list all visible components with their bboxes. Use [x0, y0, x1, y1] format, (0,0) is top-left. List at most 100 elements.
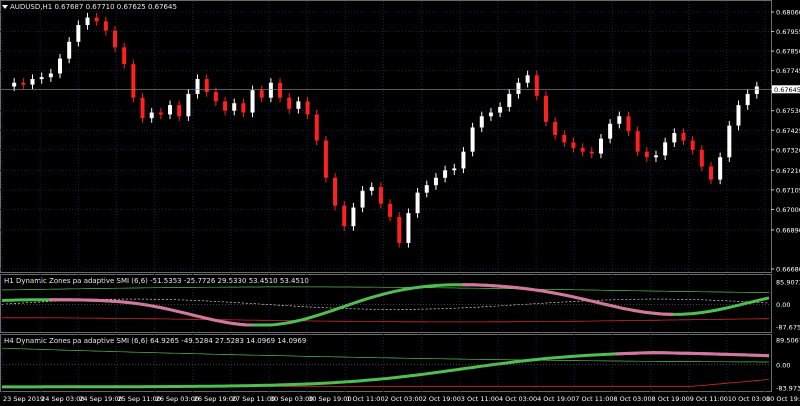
- price-tick-label: 0.67105: [776, 186, 800, 194]
- price-tick-label: 0.67210: [776, 167, 800, 175]
- candle-body: [608, 123, 613, 139]
- candle-body: [388, 203, 393, 217]
- candle-body: [241, 103, 246, 113]
- price-tick-label: 0.67000: [776, 206, 800, 214]
- candle-body: [562, 134, 567, 143]
- sub1-smi-down-segment: [629, 308, 636, 313]
- time-tick-label: 2 Oct 19:00: [423, 395, 461, 403]
- sub1-smi-down-segment: [202, 316, 209, 321]
- time-tick-label: 10 Oct 03:00: [728, 395, 770, 403]
- time-tick-label: 24 Sep 03:00: [41, 395, 84, 403]
- candle-body: [617, 116, 622, 124]
- candle-body: [186, 93, 191, 117]
- candle-body: [452, 168, 457, 171]
- candle-body: [653, 155, 658, 158]
- candle-body: [250, 90, 255, 113]
- candle-body: [259, 90, 264, 98]
- sub1-smi-down-segment: [649, 311, 655, 315]
- sub1-smi-down-segment: [145, 303, 151, 308]
- candle-body: [498, 106, 503, 113]
- sub1-smi-down-segment: [591, 299, 597, 304]
- sub1-smi-down-segment: [557, 292, 564, 297]
- candle-body: [223, 101, 228, 111]
- candle-body: [378, 187, 383, 204]
- time-tick-label: 26 Sep 19:00: [194, 395, 237, 403]
- candle-body: [58, 58, 63, 74]
- sub1-smi-down-segment: [538, 289, 544, 293]
- time-tick-label: 26 Sep 03:00: [156, 395, 199, 403]
- sub1-smi-down-segment: [227, 321, 233, 325]
- sub1-smi-down-segment: [198, 314, 204, 320]
- price-tick-label: 0.67320: [776, 146, 800, 154]
- candle-body: [287, 97, 292, 109]
- sub1-smi-down-segment: [615, 305, 621, 310]
- candle-body: [727, 125, 732, 158]
- sub1-smi-down-segment: [529, 287, 535, 292]
- candle-body: [718, 157, 723, 180]
- sub1-upper-zone-line: [1, 286, 770, 293]
- sub1-smi-down-segment: [596, 300, 602, 305]
- candle-body: [470, 127, 475, 152]
- candle-body: [754, 86, 759, 94]
- chart-window[interactable]: { "header": { "symbol": "AUDUSD,H1", "oh…: [0, 0, 800, 406]
- sub1-smi-down-segment: [644, 310, 650, 315]
- sub2-smi-down-segment: [615, 351, 770, 358]
- candle-body: [699, 149, 704, 167]
- sub1-smi-down-segment: [241, 323, 247, 327]
- candle-body: [644, 151, 649, 158]
- chart-canvas[interactable]: 0.68060 0.67955 0.67850 0.67745 0.67645 0.675…: [0, 0, 800, 406]
- sub1-smi-down-segment: [150, 304, 156, 309]
- time-tick-label: 30 Sep 03:00: [270, 395, 313, 403]
- sub1-smi-down-segment: [164, 307, 171, 312]
- sub1-tick-label: 0.00: [776, 301, 790, 309]
- candle-body: [516, 82, 521, 94]
- price-tick-label: 0.67530: [776, 107, 800, 115]
- sub1-smi-down-segment: [207, 317, 214, 322]
- candle-body: [433, 177, 438, 186]
- time-tick-label: 7 Oct 11:00: [575, 395, 613, 403]
- candle-body: [168, 105, 173, 115]
- sub1-smi-down-segment: [179, 310, 185, 315]
- candle-body: [195, 79, 200, 94]
- sub1-smi-down-segment: [169, 308, 175, 313]
- candle-body: [177, 105, 182, 117]
- sub1-smi-line: [1, 283, 770, 327]
- candle-body: [314, 114, 319, 141]
- candle-body: [663, 142, 668, 156]
- sub2-upper-zone-line: [1, 347, 769, 363]
- sub1-smi-down-segment: [553, 291, 559, 296]
- time-tick-label: 27 Sep 11:00: [232, 395, 275, 403]
- sub1-smi-down-segment: [131, 301, 137, 305]
- candle-body: [672, 133, 677, 143]
- sub1-smi-down-segment: [576, 296, 583, 301]
- candle-body: [158, 112, 163, 115]
- candle-body: [360, 190, 365, 208]
- time-tick-label: 8 Oct 19:00: [652, 395, 690, 403]
- candle-body: [268, 82, 273, 98]
- time-tick-label: 8 Oct 03:00: [613, 395, 651, 403]
- sub1-smi-down-segment: [610, 304, 616, 309]
- sub1-smi-down-segment: [509, 285, 516, 289]
- candle-body: [76, 25, 81, 42]
- candle-body: [424, 185, 429, 193]
- sub1-smi-down-segment: [193, 313, 199, 318]
- sub1-smi-down-segment: [562, 293, 569, 298]
- time-tick-label: 2 Oct 03:00: [385, 395, 423, 403]
- sub1-smi-down-segment: [212, 318, 219, 323]
- sub1-smi-down-segment: [586, 298, 592, 303]
- candle-body: [626, 116, 631, 132]
- candle-body: [635, 131, 640, 152]
- candle-body: [323, 140, 328, 178]
- sub1-smi-down-segment: [231, 321, 238, 326]
- sub1-smi-down-segment: [533, 288, 540, 292]
- candle-body: [415, 192, 420, 214]
- time-tick-label: 30 Sep 19:00: [308, 395, 351, 403]
- sub1-tick-label: 85.9073: [776, 279, 800, 287]
- candle-body: [113, 30, 118, 48]
- time-tick-label: 4 Oct 19:00: [537, 395, 575, 403]
- candle-body: [534, 75, 539, 96]
- candle-body: [122, 47, 127, 65]
- sub1-smi-down-segment: [543, 289, 549, 294]
- candle-body: [690, 140, 695, 150]
- candle-body: [736, 105, 741, 126]
